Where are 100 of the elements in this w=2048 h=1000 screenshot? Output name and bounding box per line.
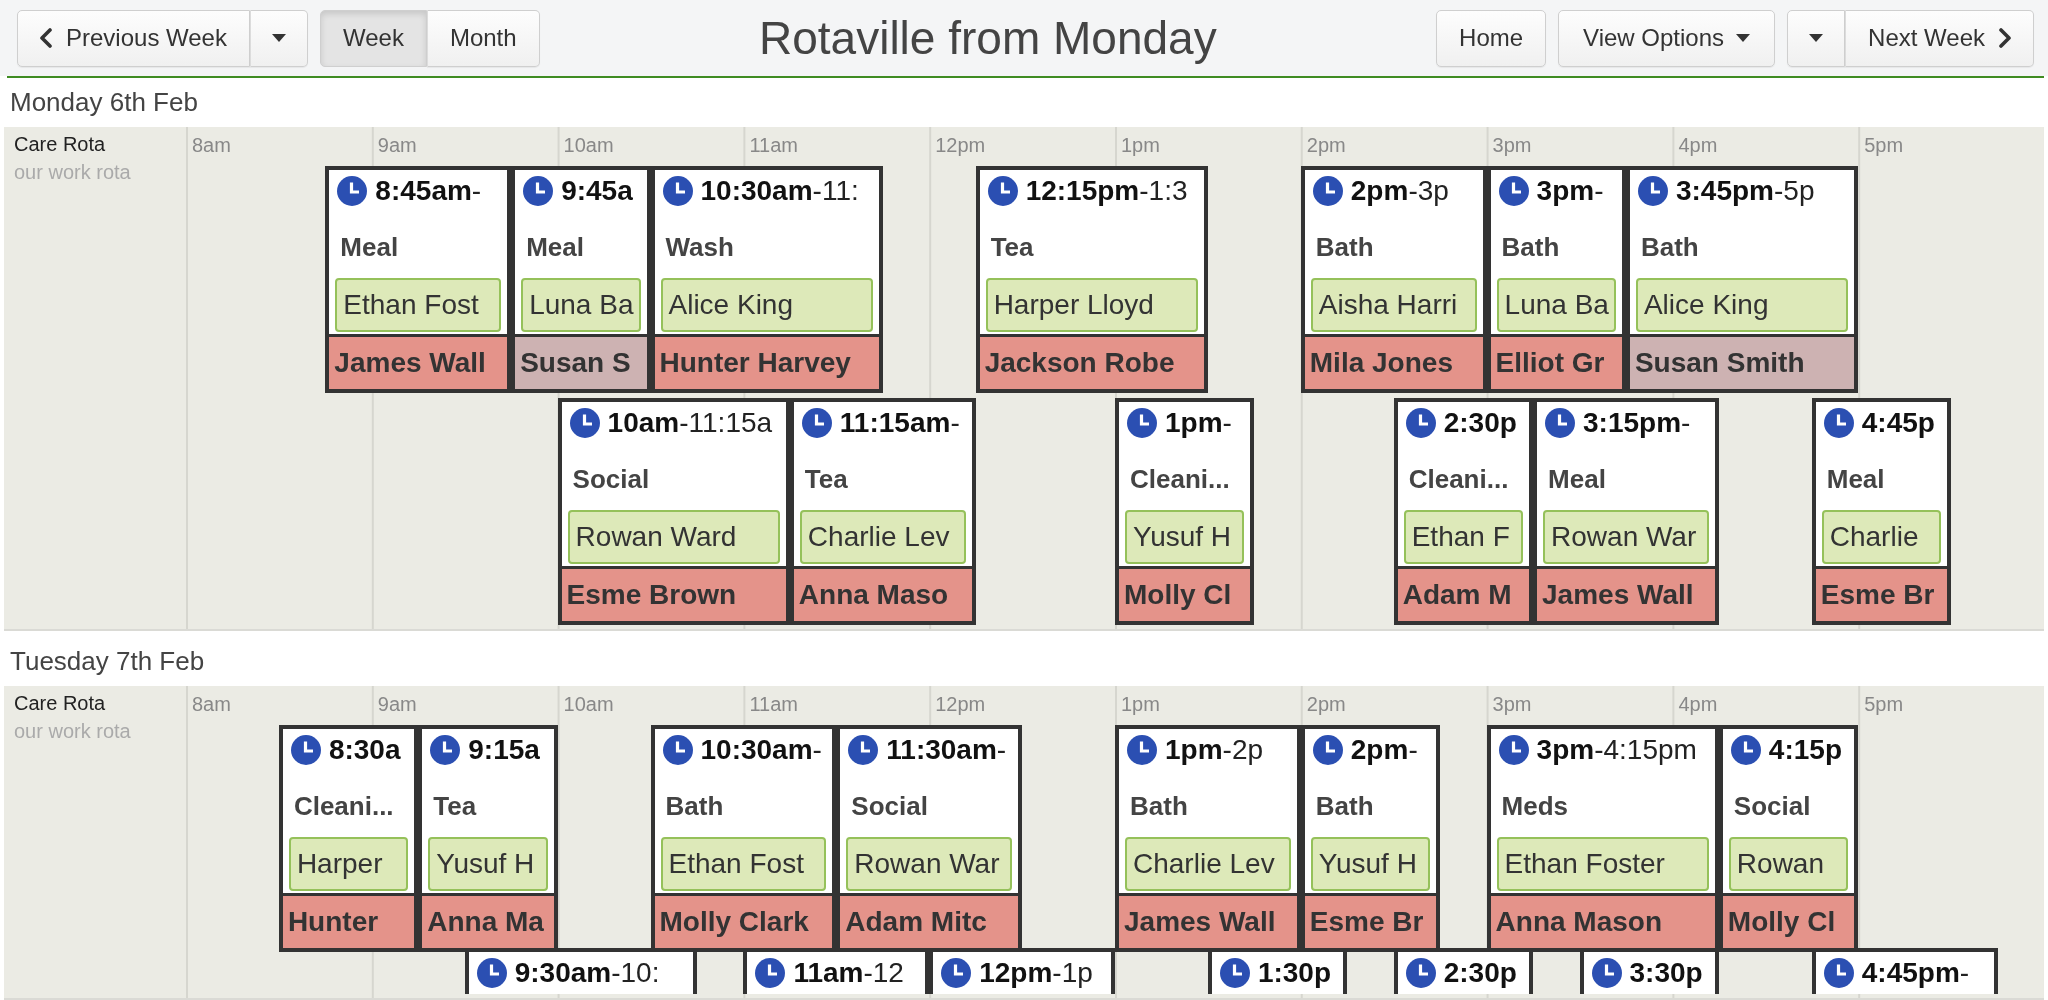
client-label: Jackson Robe [979,334,1204,389]
shift-card[interactable]: 4:45pm- [1811,948,1998,994]
shift-time: 11:30am- [886,734,1007,766]
carer-label: Yusuf H [1125,510,1245,564]
hour-label: 4pm [1677,133,1719,158]
clock-icon [1405,958,1436,988]
carer-label: Charlie Lev [799,510,966,564]
shift-card[interactable]: 12pm-1p [929,948,1115,994]
shift-activity: Bath [664,790,725,823]
shift-card[interactable]: 11:15am- Tea Charlie Lev Anna Maso [789,398,976,625]
client-label: James Wall [1537,566,1715,621]
shift-activity: Meal [1547,463,1607,496]
clock-icon [662,735,693,765]
shift-card[interactable]: 2pm- Bath Yusuf H Esme Br [1300,725,1441,952]
view-tab[interactable]: Month [426,9,540,67]
clock-icon [1637,176,1668,206]
shift-time: 10:30am-11: [700,175,859,207]
previous-week-button[interactable]: Previous Week [17,9,250,67]
rota-description: our work rota [14,719,132,744]
rota-name: Care Rota [14,691,107,716]
carer-label: Rowan War [846,837,1013,891]
view-options-button[interactable]: View Options [1558,9,1776,67]
client-label: Anna Ma [422,893,554,948]
shift-card[interactable]: 3pm-4:15pm Meds Ethan Foster Anna Mason [1486,725,1719,952]
client-label: Esme Brown [561,566,786,621]
shift-time: 3:45pm-5p [1675,175,1815,207]
dropdown-button[interactable] [249,9,308,67]
hour-label: 8am [191,133,232,158]
hour-label: 12pm [934,692,987,717]
carer-label: Rowan [1728,837,1849,891]
shift-time: 10am-11:15a [607,407,773,439]
shift-card[interactable]: 9:15a Tea Yusuf H Anna Ma [418,725,558,952]
carer-label: Rowan Ward [567,510,780,564]
shift-card[interactable]: 4:45p Meal Charlie Esme Br [1811,398,1952,625]
shift-time: 1:30p [1257,957,1332,989]
shift-card[interactable]: 10:30am-11: Wash Alice King Hunter Harvey [650,166,883,393]
carer-label: Aisha Harri [1310,278,1477,332]
shift-card[interactable]: 3pm- Bath Luna Ba Elliot Gr [1486,166,1626,393]
shift-activity: Meal [1825,463,1886,496]
hour-label: 2pm [1305,133,1347,158]
hour-label: 11am [748,133,799,158]
carer-label: Luna Ba [1496,278,1616,332]
shift-activity: Bath [1314,790,1375,823]
clock-icon [941,958,972,988]
shift-card[interactable]: 12:15pm-1:3 Tea Harper Lloyd Jackson Robe [975,166,1208,393]
shift-card[interactable]: 2pm-3p Bath Aisha Harri Mila Jones [1300,166,1487,393]
rota-name: Care Rota [14,132,107,157]
shift-card[interactable]: 8:45am- Meal Ethan Fost James Wall [325,166,512,393]
shift-card[interactable]: 1pm- Cleani... Yusuf H Molly Cl [1115,398,1255,625]
shift-card[interactable]: 9:45a Meal Luna Ba Susan S [511,166,651,393]
dropdown-button[interactable] [1787,9,1846,67]
next-week-button[interactable]: Next Week [1845,9,2034,67]
caret-down-icon [271,34,286,42]
shift-card[interactable]: 9:30am-10: [464,948,697,994]
clock-icon [1405,408,1436,438]
carer-label: Charlie [1821,510,1942,564]
client-label: Hunter Harvey [654,334,879,389]
page-title: Rotaville from Monday [758,11,1218,65]
shift-time: 3pm-4:15pm [1536,734,1697,766]
client-label: James Wall [329,334,508,389]
clock-icon [755,958,786,988]
shift-time: 4:45pm- [1861,957,1970,989]
clock-icon [801,408,832,438]
hour-label: 3pm [1491,133,1533,158]
shift-time: 2:30p [1443,407,1517,439]
shift-card[interactable]: 1pm-2p Bath Charlie Lev James Wall [1115,725,1301,952]
client-label: Hunter [282,893,415,948]
shift-card[interactable]: 2:30p [1393,948,1534,994]
shift-card[interactable]: 4:15p Social Rowan Molly Cl [1718,725,1859,952]
shift-card[interactable]: 10am-11:15a Social Rowan Ward Esme Brown [557,398,790,625]
shift-card[interactable]: 8:30a Cleani... Harper Hunter [278,725,419,952]
carer-label: Ethan Foster [1496,837,1709,891]
client-label: Elliot Gr [1490,334,1622,389]
shift-time: 2:30p [1443,957,1517,989]
clock-icon [1498,176,1529,206]
caret-down-icon [1809,34,1824,42]
shift-time: 11am-12 [793,957,904,989]
shift-time: 2pm- [1350,734,1418,766]
shift-card[interactable]: 3:45pm-5p Bath Alice King Susan Smith [1625,166,1859,393]
clock-icon [430,735,461,765]
shift-time: 2pm-3p [1350,175,1449,207]
shift-activity: Tea [803,463,849,496]
hour-label: 2pm [1305,692,1347,717]
shift-card[interactable]: 2:30p Cleani... Ethan F Adam M [1393,398,1534,625]
shift-activity: Bath [1129,790,1189,823]
clock-icon [569,408,600,438]
hour-label: 9am [376,692,418,717]
clock-icon [1219,958,1250,988]
carer-label: Rowan War [1543,510,1709,564]
shift-card[interactable]: 3:15pm- Meal Rowan War James Wall [1533,398,1719,625]
shift-time: 12:15pm-1:3 [1025,175,1188,207]
view-tab[interactable]: Week [319,9,427,67]
shift-card[interactable]: 10:30am- Bath Ethan Fost Molly Clark [650,725,837,952]
carer-label: Luna Ba [521,278,641,332]
carer-label: Ethan F [1403,510,1524,564]
home-button[interactable]: Home [1436,9,1547,67]
carer-label: Harper Lloyd [985,278,1198,332]
shift-time: 3pm- [1536,175,1604,207]
chevron-left-icon [40,28,52,48]
clock-icon [1498,735,1529,765]
